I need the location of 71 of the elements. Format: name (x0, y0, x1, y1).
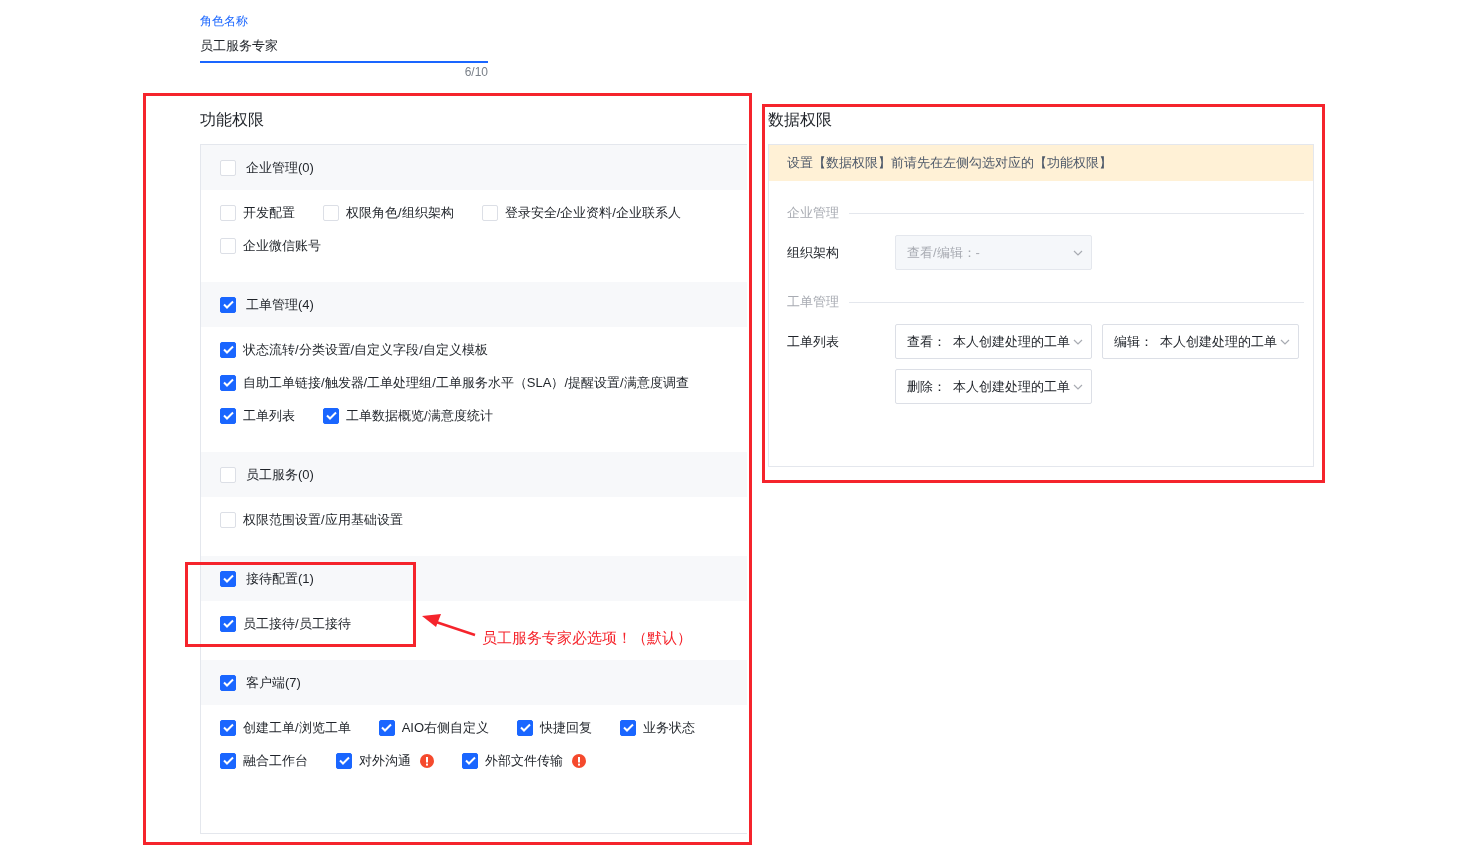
role-name-field[interactable]: 员工服务专家 (200, 31, 488, 63)
check-icon (222, 574, 234, 583)
permission-label: AIO右侧自定义 (401, 718, 490, 737)
permission-label: 对外沟通 (359, 751, 411, 770)
check-icon (222, 723, 234, 732)
chevron-icon (1073, 338, 1083, 345)
section-title: 数据权限 (768, 110, 833, 130)
check-icon (381, 723, 393, 732)
checkbox[interactable] (323, 407, 339, 424)
permission-label: 权限角色/组织架构 (346, 203, 454, 222)
field-label: 角色名称 (200, 13, 249, 30)
group-label: 工单管理(4) (246, 295, 314, 314)
check-icon (222, 378, 234, 387)
checkbox[interactable] (220, 752, 236, 769)
row-label: 工单列表 (787, 333, 840, 351)
checkbox[interactable] (517, 719, 534, 736)
group-label: 企业管理(0) (246, 158, 314, 177)
check-icon (622, 723, 634, 732)
annotation-arrow (421, 613, 477, 637)
row-label: 组织架构 (787, 244, 840, 262)
permission-label: 外部文件传输 (485, 751, 563, 770)
check-icon (519, 723, 531, 732)
checkbox[interactable] (220, 296, 236, 313)
checkbox[interactable] (220, 719, 236, 736)
check-icon (222, 756, 234, 765)
checkbox[interactable] (220, 341, 236, 358)
section-heading: 企业管理 (787, 204, 839, 222)
checkbox[interactable] (220, 374, 236, 391)
chevron-icon (1073, 383, 1083, 390)
check-icon (338, 756, 350, 765)
check-icon (325, 411, 337, 420)
check-icon (222, 345, 234, 354)
scope-dropdown[interactable]: 删除： 本人创建处理的工单 (895, 369, 1092, 404)
checkbox[interactable] (620, 719, 637, 736)
permission-label: 权限范围设置/应用基础设置 (243, 510, 403, 529)
character-counter: 6/10 (463, 65, 488, 81)
check-icon (222, 619, 234, 628)
permission-label: 自助工单链接/触发器/工单处理组/工单服务水平（SLA）/提醒设置/满意度调查 (243, 373, 689, 392)
permission-label: 员工接待/员工接待 (243, 614, 351, 633)
permission-label: 快捷回复 (540, 718, 593, 737)
checkbox[interactable] (220, 570, 236, 587)
permission-label: 工单列表 (243, 406, 295, 425)
checkbox[interactable] (220, 407, 236, 424)
group-label: 客户端(7) (246, 673, 301, 692)
permission-label: 企业微信账号 (243, 236, 321, 255)
permission-label: 登录安全/企业资料/企业联系人 (504, 203, 681, 222)
permission-label: 融合工作台 (243, 751, 308, 770)
check-icon (222, 411, 234, 420)
chevron-icon (1073, 249, 1083, 256)
scope-dropdown[interactable]: 查看： 本人创建处理的工单 (895, 324, 1092, 359)
section-title: 功能权限 (200, 110, 265, 130)
group-label: 接待配置(1) (246, 569, 314, 588)
section-heading: 工单管理 (787, 293, 839, 311)
permission-label: 业务状态 (643, 718, 696, 737)
checkbox[interactable] (220, 674, 236, 691)
chevron-icon (1280, 338, 1290, 345)
check-icon (222, 678, 234, 687)
permission-label: 创建工单/浏览工单 (243, 718, 351, 737)
checkbox[interactable] (378, 719, 395, 736)
checkbox[interactable] (336, 752, 352, 769)
checkbox[interactable] (220, 615, 236, 632)
permission-label: 状态流转/分类设置/自定义字段/自定义模板 (243, 340, 488, 359)
group-label: 员工服务(0) (246, 465, 314, 484)
check-icon (222, 300, 234, 309)
permission-label: 工单数据概览/满意度统计 (346, 406, 493, 425)
scope-dropdown[interactable]: 编辑： 本人创建处理的工单 (1102, 324, 1299, 359)
annotation-text: 员工服务专家必选项！（默认） (482, 629, 692, 648)
permission-label: 开发配置 (243, 203, 295, 222)
check-icon (464, 756, 476, 765)
notice-banner: 设置【数据权限】前请先在左侧勾选对应的【功能权限】 (769, 145, 1313, 181)
checkbox[interactable] (462, 752, 478, 769)
